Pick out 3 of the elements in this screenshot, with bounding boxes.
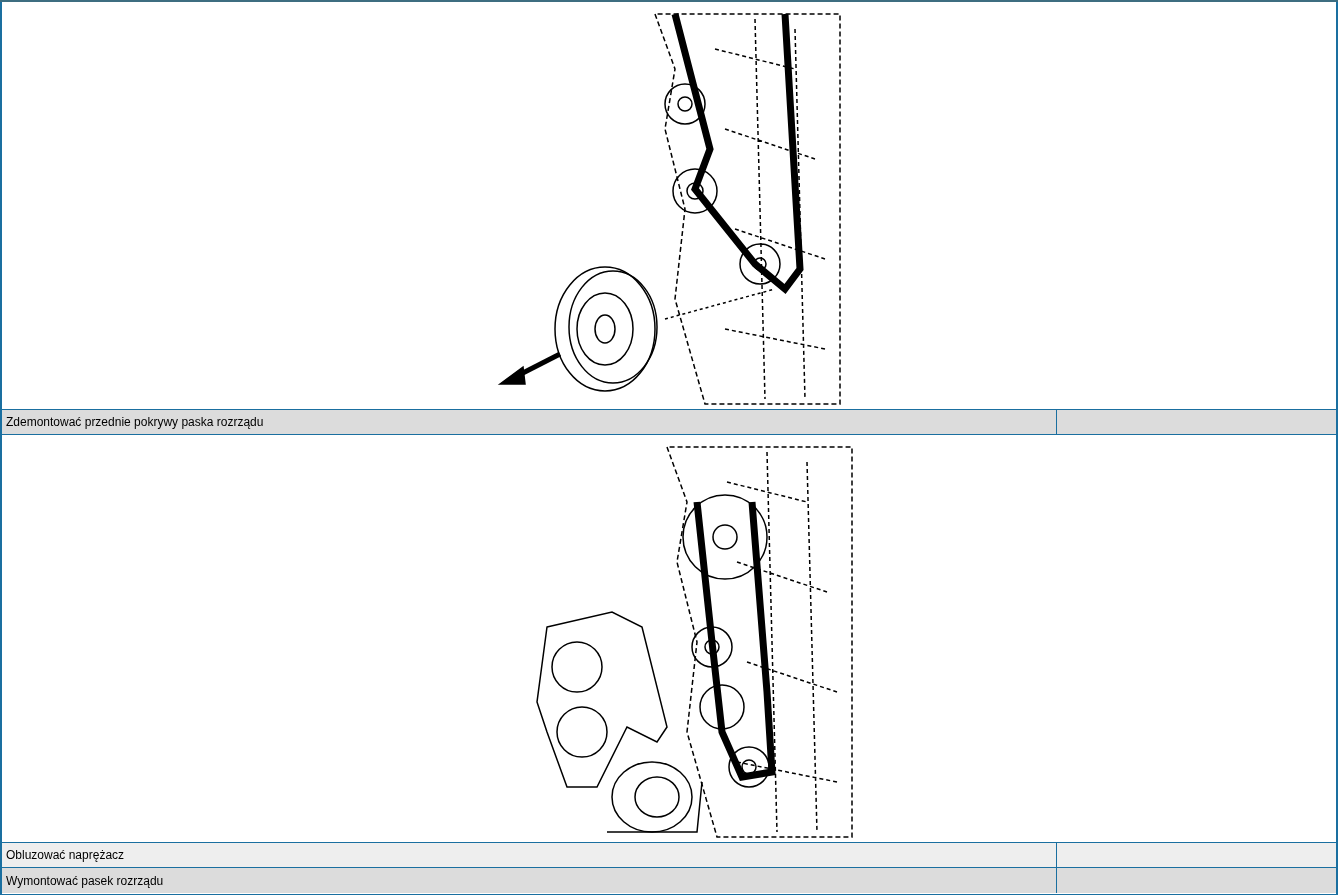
step-text: Obluzować naprężacz	[6, 848, 125, 862]
step-text: Zdemontować przednie pokrywy paska rozrządu	[6, 415, 264, 429]
step-text: Wymontować pasek rozrządu	[6, 873, 164, 888]
